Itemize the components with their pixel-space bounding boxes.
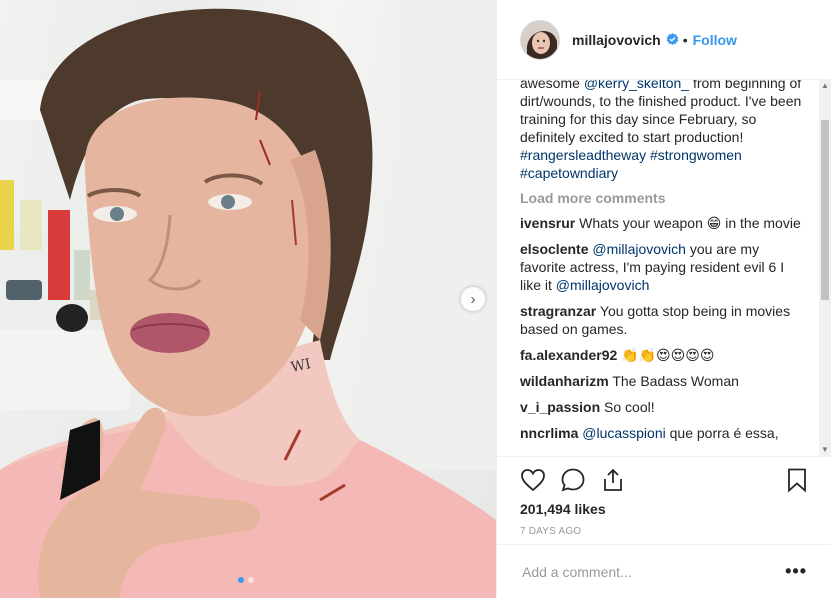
comment-text: que porra é essa, [665,425,779,441]
comment-item: elsoclente @millajovovich you are my fav… [520,240,802,294]
comment-text: The Badass Woman [612,373,739,389]
comment-text: So cool! [604,399,655,415]
comments-list[interactable]: awesome @kerry_skelton_ from beginning o… [497,80,831,456]
caption-mention[interactable]: @kerry_skelton_ [584,80,689,91]
comment-item: nncrlima @lucasspioni que porra é essa, [520,424,802,442]
post-side-panel: millajovovich • Follow awesome @kerry_sk… [496,0,831,598]
post-actions: 201,494 likes 7 DAYS AGO [497,456,831,544]
comment-username[interactable]: stragranzar [520,303,596,319]
scrollbar-thumb[interactable] [821,120,829,300]
carousel-dot-2 [248,577,254,583]
comment-text: Whats your weapon 😁 in the movie [579,215,801,231]
likes-count[interactable]: 201,494 likes [520,501,606,517]
comment-username[interactable]: nncrlima [520,425,578,441]
comment-username[interactable]: wildanharizm [520,373,609,389]
comment-username[interactable]: ivensrur [520,215,575,231]
caption-text-start: awesome [520,80,584,91]
comment-username[interactable]: v_i_passion [520,399,600,415]
post-header: millajovovich • Follow [497,0,831,80]
add-comment-section: ••• [497,544,831,598]
comment-item: fa.alexander92 👏👏😍😍😍😍 [520,346,802,364]
portrait-image: WI [0,0,496,598]
avatar-image [521,20,559,59]
post-timestamp[interactable]: 7 DAYS AGO [520,526,581,537]
verified-badge-icon [666,33,679,46]
more-options-button[interactable]: ••• [785,561,807,582]
carousel-next-button[interactable]: › [461,287,485,311]
carousel-indicator [238,577,254,583]
comments-scrollbar[interactable]: ▲ ▼ [819,80,831,456]
comment-item: v_i_passion So cool! [520,398,802,416]
comment-mention[interactable]: @millajovovich [556,277,650,293]
caption-hashtags[interactable]: #rangersleadtheway #strongwomen #capetow… [520,147,742,181]
comment-text: 👏👏😍😍😍😍 [621,347,715,363]
follow-button[interactable]: Follow [693,32,737,48]
username[interactable]: millajovovich [572,32,661,48]
heart-icon[interactable] [520,467,546,493]
carousel-dot-1 [238,577,244,583]
separator-dot: • [682,31,688,48]
avatar[interactable] [520,19,560,60]
comment-item: stragranzar You gotta stop being in movi… [520,302,802,338]
comment-item: wildanharizm The Badass Woman [520,372,802,390]
comment-mention[interactable]: @lucasspioni [582,425,665,441]
scroll-up-icon[interactable]: ▲ [819,80,831,92]
comment-item: ivensrur Whats your weapon 😁 in the movi… [520,214,802,232]
add-comment-input[interactable] [520,563,774,581]
post-caption: awesome @kerry_skelton_ from beginning o… [520,80,802,182]
comment-username[interactable]: fa.alexander92 [520,347,617,363]
comment-mention[interactable]: @millajovovich [592,241,686,257]
share-icon[interactable] [600,467,626,493]
chevron-right-icon: › [470,290,476,308]
load-more-comments-button[interactable]: Load more comments [520,190,802,206]
post-photo[interactable]: WI › [0,0,496,598]
comment-icon[interactable] [560,467,586,493]
comment-username[interactable]: elsoclente [520,241,588,257]
bookmark-icon[interactable] [784,467,810,493]
scroll-down-icon[interactable]: ▼ [819,444,831,456]
